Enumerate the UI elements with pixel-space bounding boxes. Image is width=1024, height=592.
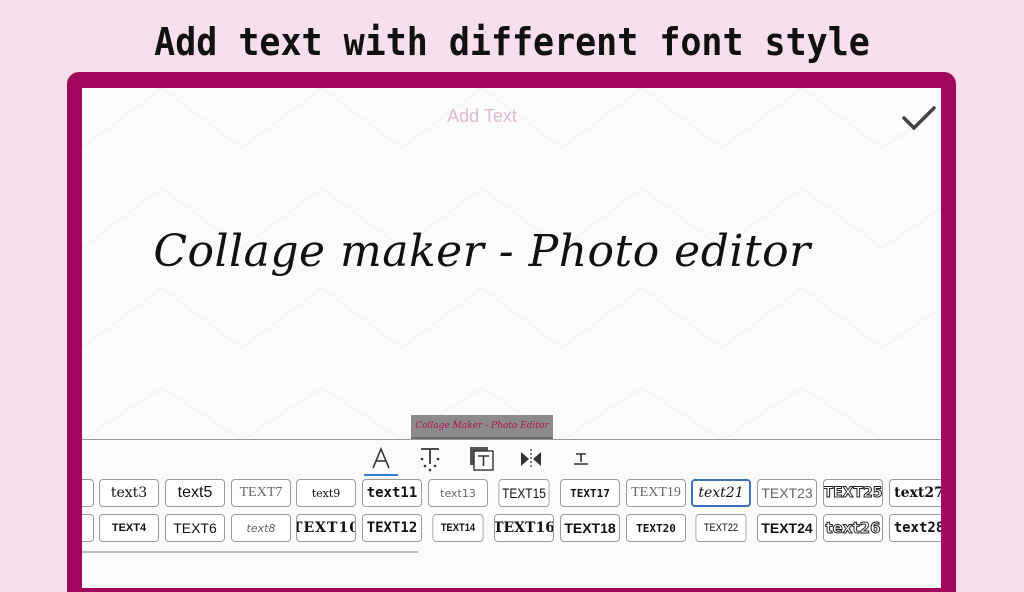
font-option[interactable]: text27 <box>889 479 941 507</box>
font-list-row-1: text3 text5 TEXT7 text9 text11 text13 TE… <box>82 479 941 509</box>
font-option[interactable]: TEXT24 <box>757 514 817 542</box>
font-option[interactable]: TEXT17 <box>560 479 620 507</box>
panel-divider <box>82 439 941 440</box>
mirror-icon[interactable] <box>514 444 548 474</box>
font-option[interactable]: TEXT4 <box>99 514 159 542</box>
font-option[interactable]: TEXT19 <box>626 479 686 507</box>
font-option[interactable]: TEXT10 <box>296 514 356 542</box>
font-option[interactable]: TEXT14 <box>432 514 484 542</box>
font-option[interactable]: TEXT18 <box>560 514 620 542</box>
font-option[interactable]: text9 <box>296 479 356 507</box>
font-option[interactable]: text5 <box>165 479 225 507</box>
font-option[interactable]: text3 <box>99 479 159 507</box>
font-option[interactable]: text8 <box>231 514 291 542</box>
font-option[interactable]: text26 <box>823 514 883 542</box>
font-option[interactable] <box>82 514 94 542</box>
editor-screen: Add Text Collage maker - Photo editor Co… <box>82 88 941 588</box>
font-option[interactable]: TEXT7 <box>231 479 291 507</box>
font-option[interactable]: TEXT6 <box>165 514 225 542</box>
font-option[interactable] <box>82 479 94 507</box>
font-list-scrollbar[interactable] <box>82 551 418 553</box>
font-color-icon[interactable] <box>364 444 398 476</box>
font-option[interactable]: TEXT15 <box>498 479 550 507</box>
font-option[interactable]: TEXT16 <box>494 514 554 542</box>
text-preview[interactable]: Collage maker - Photo editor <box>82 226 882 277</box>
font-option[interactable]: TEXT25 <box>823 479 883 507</box>
font-option[interactable]: text28 <box>889 514 941 542</box>
font-option[interactable]: TEXT20 <box>626 514 686 542</box>
text-spacing-icon[interactable] <box>413 444 447 474</box>
watermark-label: Collage Maker - Photo Editor <box>411 415 553 439</box>
editor-title: Add Text <box>447 106 517 126</box>
font-option[interactable]: text13 <box>428 479 488 507</box>
font-list-row-2: TEXT4 TEXT6 text8 TEXT10 TEXT12 TEXT14 T… <box>82 514 941 544</box>
headline: Add text with different font style <box>154 20 870 64</box>
font-option[interactable]: text11 <box>362 479 422 507</box>
font-option[interactable]: TEXT12 <box>362 514 422 542</box>
text-baseline-icon[interactable] <box>564 444 598 474</box>
font-option-selected[interactable]: text21 <box>691 479 751 507</box>
check-icon[interactable] <box>900 102 938 134</box>
font-option[interactable]: TEXT22 <box>695 514 747 542</box>
font-option[interactable]: TEXT23 <box>757 479 817 507</box>
text-shadow-icon[interactable] <box>465 444 499 474</box>
